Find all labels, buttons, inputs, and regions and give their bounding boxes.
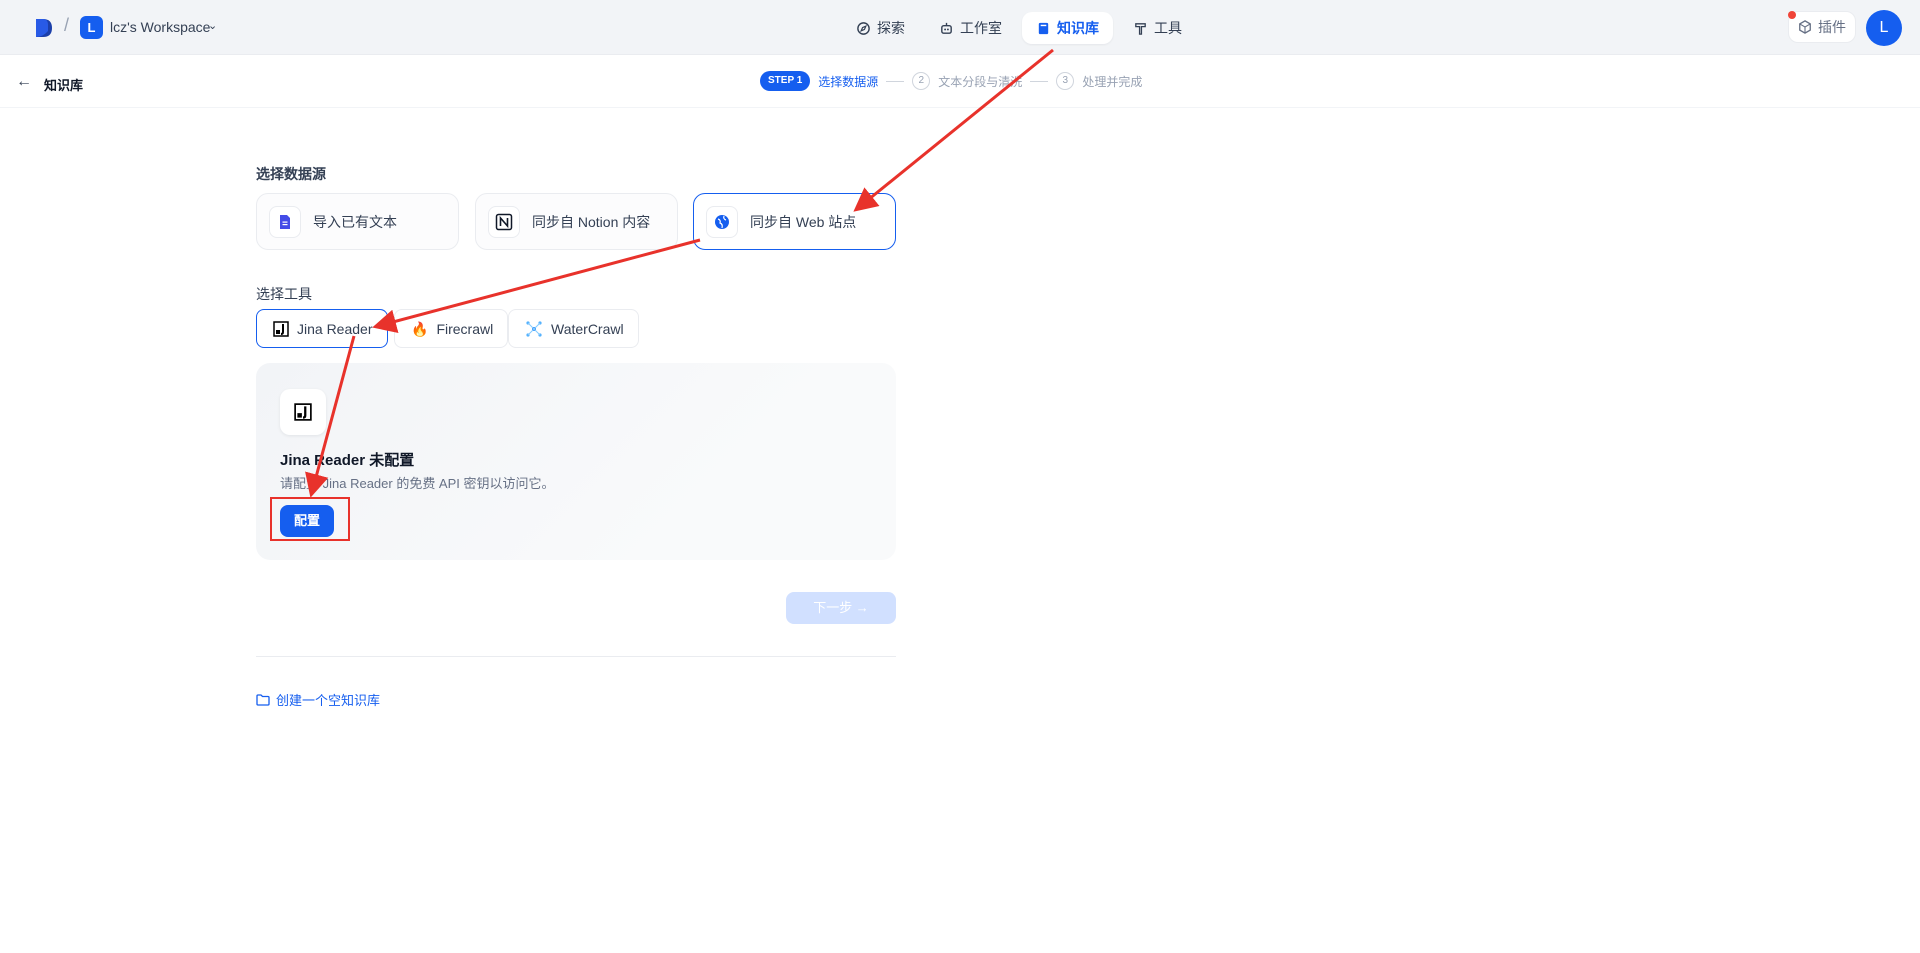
robot-icon: [941, 22, 952, 34]
tool-jina-reader[interactable]: Jina Reader: [256, 309, 388, 348]
nav-explore[interactable]: 探索: [842, 12, 919, 44]
source-import-text[interactable]: 导入已有文本: [256, 193, 459, 250]
tool-jina-label: Jina Reader: [297, 320, 373, 337]
nav-studio-label: 工作室: [960, 20, 1002, 36]
next-step-button[interactable]: 下一步 →: [786, 592, 896, 624]
nav-studio[interactable]: 工作室: [925, 12, 1016, 44]
nav-tools-label: 工具: [1154, 20, 1182, 36]
plugins-label: 插件: [1818, 19, 1846, 35]
workspace-name[interactable]: lcz's Workspace: [110, 19, 210, 35]
source-notion[interactable]: 同步自 Notion 内容: [475, 193, 678, 250]
plugins-button[interactable]: 插件: [1788, 11, 1856, 43]
main-nav: 探索 工作室 知识库 工具: [842, 12, 1196, 44]
book-icon: [1038, 22, 1049, 34]
tool-firecrawl-label: Firecrawl: [436, 320, 494, 337]
panel-description: 请配置 Jina Reader 的免费 API 密钥以访问它。: [280, 476, 555, 491]
notification-dot: [1788, 11, 1796, 19]
nav-knowledge[interactable]: 知识库: [1022, 12, 1113, 44]
hammer-icon: [1135, 22, 1146, 35]
jina-icon: [280, 389, 326, 435]
create-empty-knowledge-link[interactable]: 创建一个空知识库: [256, 690, 380, 709]
source-import-text-label: 导入已有文本: [313, 213, 397, 230]
back-label[interactable]: 知识库: [44, 75, 83, 94]
nav-tools[interactable]: 工具: [1119, 12, 1196, 44]
dify-logo-icon[interactable]: [34, 17, 54, 39]
source-website-label: 同步自 Web 站点: [750, 213, 857, 230]
user-avatar[interactable]: L: [1866, 10, 1902, 46]
chevron-down-icon[interactable]: ⌄: [208, 19, 217, 32]
nav-knowledge-label: 知识库: [1057, 20, 1099, 36]
source-notion-label: 同步自 Notion 内容: [532, 213, 651, 230]
watercrawl-icon: [526, 320, 542, 337]
step-divider: [1030, 80, 1049, 82]
tool-not-configured-panel: Jina Reader 未配置 请配置 Jina Reader 的免费 API …: [256, 363, 896, 560]
source-website[interactable]: 同步自 Web 站点: [693, 193, 896, 250]
notion-icon: [488, 205, 520, 238]
workspace-avatar[interactable]: L: [80, 16, 103, 39]
tool-watercrawl[interactable]: WaterCrawl: [508, 309, 639, 348]
annotation-highlight-box: [270, 497, 350, 541]
workspace-separator: /: [64, 15, 70, 35]
step1-label: 选择数据源: [818, 74, 879, 89]
top-navbar: / L lcz's Workspace ⌄ 探索 工作室 知识库 工具 插件 L: [0, 0, 1920, 55]
step-divider: [886, 80, 905, 82]
divider: [256, 656, 896, 657]
compass-icon: [857, 21, 870, 35]
datasource-title: 选择数据源: [256, 166, 326, 182]
back-arrow-icon[interactable]: ←: [16, 73, 32, 91]
step1-badge: STEP 1: [760, 71, 811, 91]
file-text-icon: [269, 205, 301, 238]
stepper: STEP 1 选择数据源 2 文本分段与清洗 3 处理并完成: [760, 71, 1142, 91]
fire-icon: 🔥: [411, 320, 429, 337]
tool-firecrawl[interactable]: 🔥 Firecrawl: [394, 309, 509, 348]
step3-number: 3: [1056, 72, 1075, 90]
folder-icon: [256, 693, 270, 706]
step3-label: 处理并完成: [1082, 74, 1143, 89]
tool-watercrawl-label: WaterCrawl: [551, 320, 624, 337]
step2-number: 2: [912, 72, 931, 90]
globe-icon: [706, 205, 738, 238]
jina-icon: [273, 320, 289, 337]
tools-title: 选择工具: [256, 286, 312, 302]
panel-title: Jina Reader 未配置: [280, 452, 415, 469]
step2-label: 文本分段与清洗: [938, 74, 1023, 89]
nav-explore-label: 探索: [877, 20, 905, 36]
create-empty-label: 创建一个空知识库: [276, 693, 381, 708]
create-header: ← 知识库 STEP 1 选择数据源 2 文本分段与清洗 3 处理并完成: [0, 55, 1920, 108]
cube-icon: [1799, 20, 1811, 34]
